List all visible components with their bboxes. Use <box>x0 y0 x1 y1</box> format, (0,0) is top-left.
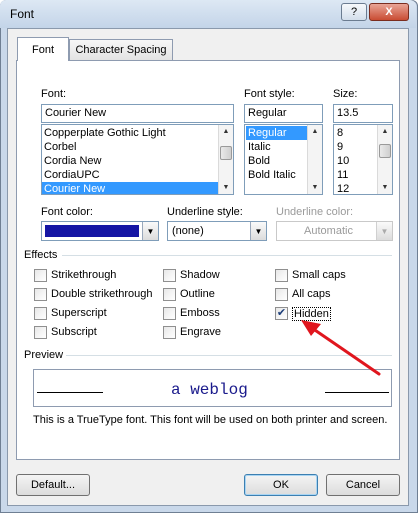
size-list-items: 8 9 10 11 12 <box>335 126 377 194</box>
underline-style-label: Underline style: <box>167 206 243 218</box>
default-button-label: Default... <box>30 479 76 491</box>
size-label: Size: <box>333 88 358 100</box>
default-button[interactable]: Default... <box>16 474 90 496</box>
ok-button-label: OK <box>273 479 289 491</box>
size-item[interactable]: 10 <box>335 154 377 168</box>
underline-style-dropdown[interactable]: (none) ▼ <box>167 221 267 241</box>
font-style-scrollbar[interactable]: ▲ ▼ <box>307 125 322 194</box>
superscript-label[interactable]: Superscript <box>51 307 107 319</box>
font-style-item[interactable]: Italic <box>246 140 307 154</box>
help-icon: ? <box>350 6 358 18</box>
cancel-button[interactable]: Cancel <box>326 474 400 496</box>
annotation-arrow-icon <box>301 320 381 376</box>
subscript-label[interactable]: Subscript <box>51 326 97 338</box>
font-color-swatch <box>45 225 139 237</box>
small-caps-label[interactable]: Small caps <box>292 269 346 281</box>
preview-baseline-right <box>325 392 389 393</box>
all-caps-checkbox[interactable] <box>275 288 288 301</box>
ok-button[interactable]: OK <box>244 474 318 496</box>
size-list[interactable]: 8 9 10 11 12 ▲ ▼ <box>333 124 393 195</box>
window-title: Font <box>10 7 35 21</box>
superscript-checkbox[interactable] <box>34 307 47 320</box>
scroll-down-icon[interactable]: ▼ <box>378 181 392 194</box>
font-label: Font: <box>41 88 67 100</box>
outline-checkbox[interactable] <box>163 288 176 301</box>
double-strikethrough-label[interactable]: Double strikethrough <box>51 288 153 300</box>
font-style-list[interactable]: Regular Italic Bold Bold Italic ▲ ▼ <box>244 124 323 195</box>
font-style-input[interactable]: Regular <box>244 104 323 123</box>
font-style-item-selected[interactable]: Regular <box>246 126 307 140</box>
underline-color-value: Automatic <box>304 225 353 237</box>
preview-note: This is a TrueType font. This font will … <box>33 414 388 426</box>
close-icon: X <box>385 6 393 18</box>
strikethrough-label[interactable]: Strikethrough <box>51 269 116 281</box>
font-list-scrollbar[interactable]: ▲ ▼ <box>218 125 233 194</box>
scroll-thumb[interactable] <box>379 144 391 158</box>
effects-label: Effects <box>24 249 58 261</box>
font-style-item[interactable]: Bold <box>246 154 307 168</box>
font-style-list-items: Regular Italic Bold Bold Italic <box>246 126 307 182</box>
underline-color-dropdown: Automatic ▼ <box>276 221 393 241</box>
font-list-item[interactable]: Copperplate Gothic Light <box>42 126 218 140</box>
outline-label[interactable]: Outline <box>180 288 215 300</box>
font-list-item[interactable]: CordiaUPC <box>42 168 218 182</box>
scroll-down-icon[interactable]: ▼ <box>308 181 322 194</box>
tab-character-spacing-label: Character Spacing <box>75 44 167 56</box>
preview-label: Preview <box>24 349 64 361</box>
engrave-checkbox[interactable] <box>163 326 176 339</box>
scroll-down-icon[interactable]: ▼ <box>219 181 233 194</box>
scroll-thumb[interactable] <box>220 146 232 160</box>
shadow-label[interactable]: Shadow <box>180 269 220 281</box>
font-color-label: Font color: <box>41 206 93 218</box>
size-scrollbar[interactable]: ▲ ▼ <box>377 125 392 194</box>
font-style-item[interactable]: Bold Italic <box>246 168 307 182</box>
help-button[interactable]: ? <box>341 3 367 21</box>
double-strikethrough-checkbox[interactable] <box>34 288 47 301</box>
tab-font-label: Font <box>31 43 54 56</box>
scroll-up-icon[interactable]: ▲ <box>378 125 392 138</box>
underline-style-value: (none) <box>172 225 204 237</box>
scroll-up-icon[interactable]: ▲ <box>219 125 233 138</box>
close-button[interactable]: X <box>369 3 409 21</box>
tab-font[interactable]: Font <box>17 37 69 61</box>
effects-divider <box>62 255 392 256</box>
scroll-up-icon[interactable]: ▲ <box>308 125 322 138</box>
chevron-down-icon[interactable]: ▼ <box>250 222 266 240</box>
preview-baseline-left <box>37 392 103 393</box>
preview-sample-text: a weblog <box>171 381 248 399</box>
font-color-dropdown[interactable]: ▼ <box>41 221 159 241</box>
tab-character-spacing[interactable]: Character Spacing <box>69 39 173 60</box>
size-item[interactable]: 9 <box>335 140 377 154</box>
size-input[interactable]: 13.5 <box>333 104 393 123</box>
font-list[interactable]: Copperplate Gothic Light Corbel Cordia N… <box>41 124 234 195</box>
hidden-checkbox[interactable]: ✔ <box>275 307 288 320</box>
all-caps-label[interactable]: All caps <box>292 288 331 300</box>
shadow-checkbox[interactable] <box>163 269 176 282</box>
checkmark-icon: ✔ <box>276 307 287 319</box>
emboss-label[interactable]: Emboss <box>180 307 220 319</box>
font-style-label: Font style: <box>244 88 295 100</box>
font-list-item[interactable]: Corbel <box>42 140 218 154</box>
size-item[interactable]: 8 <box>335 126 377 140</box>
chevron-down-icon[interactable]: ▼ <box>142 222 158 240</box>
size-item[interactable]: 11 <box>335 168 377 182</box>
small-caps-checkbox[interactable] <box>275 269 288 282</box>
size-item[interactable]: 12 <box>335 182 377 194</box>
font-name-input[interactable]: Courier New <box>41 104 234 123</box>
engrave-label[interactable]: Engrave <box>180 326 221 338</box>
font-list-item[interactable]: Cordia New <box>42 154 218 168</box>
underline-color-label: Underline color: <box>276 206 354 218</box>
font-list-items: Copperplate Gothic Light Corbel Cordia N… <box>42 126 218 194</box>
chevron-down-icon: ▼ <box>376 222 392 240</box>
emboss-checkbox[interactable] <box>163 307 176 320</box>
font-list-item-selected[interactable]: Courier New <box>42 182 218 194</box>
strikethrough-checkbox[interactable] <box>34 269 47 282</box>
cancel-button-label: Cancel <box>345 479 381 491</box>
subscript-checkbox[interactable] <box>34 326 47 339</box>
